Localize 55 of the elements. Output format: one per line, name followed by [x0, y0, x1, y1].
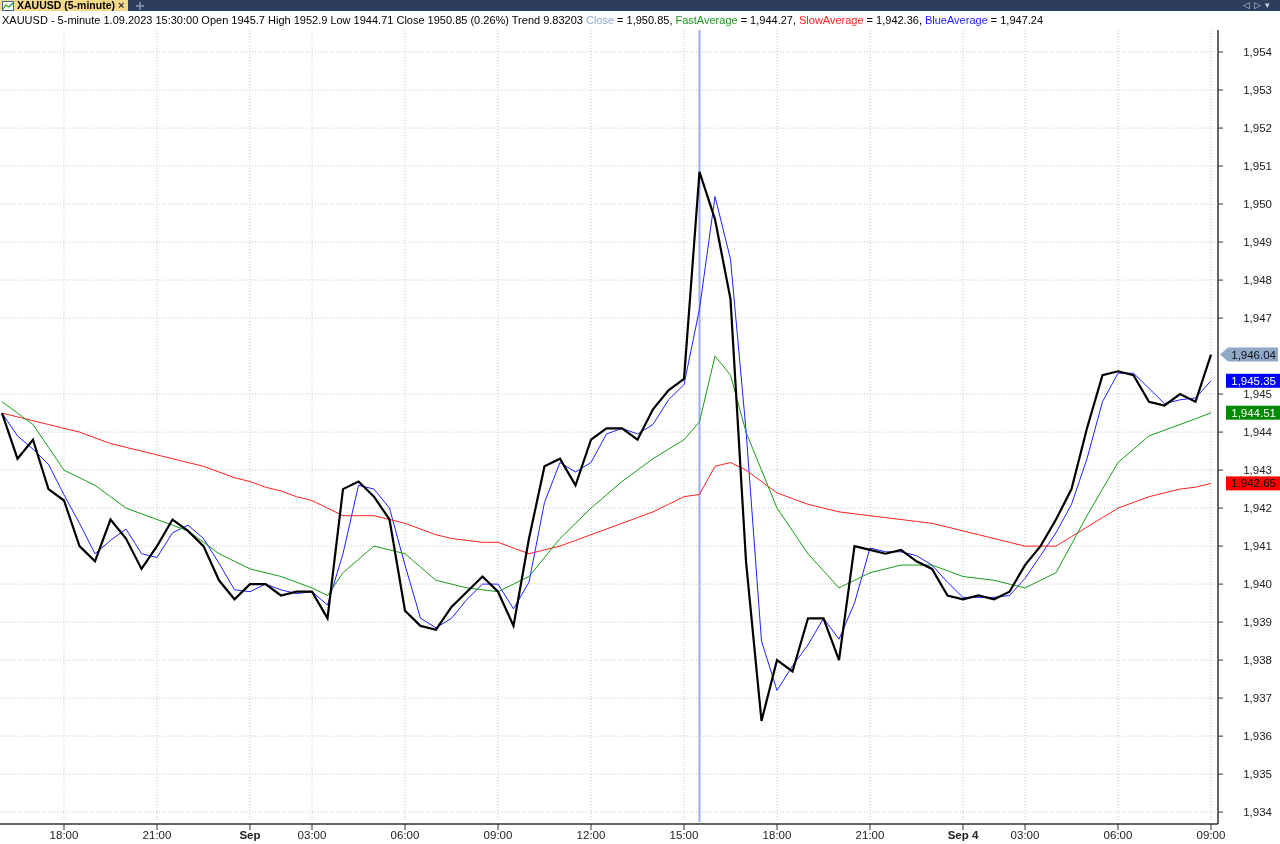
- time-axis-label: Sep 4: [947, 829, 979, 841]
- price-axis-label: 1,947: [1243, 312, 1272, 325]
- price-axis-label: 1,950: [1243, 198, 1272, 211]
- price-tag: 1,946.04: [1220, 347, 1278, 362]
- bar-info-text: XAUUSD - 5-minute 1.09.2023 15:30:00 Open 1945.7 High 1952.9 Low 1944.71 Close 1950.85 (0.26%) Trend 9.83203: [2, 13, 583, 28]
- price-axis-label: 1,948: [1243, 274, 1272, 287]
- price-tag: 1,942.65: [1226, 476, 1280, 491]
- price-axis-label: 1,934: [1243, 806, 1272, 819]
- price-axis-label: 1,940: [1243, 578, 1272, 591]
- price-axis-label: 1,952: [1243, 122, 1272, 135]
- new-tab-icon[interactable]: [134, 0, 147, 11]
- time-axis-label: 15:00: [669, 829, 699, 841]
- legend-name: FastAverage: [675, 13, 738, 28]
- close-icon[interactable]: ×: [118, 0, 125, 11]
- price-axis-label: 1,954: [1243, 46, 1272, 59]
- price-tag: 1,945.35: [1226, 373, 1280, 388]
- price-axis-label: 1,951: [1243, 160, 1272, 173]
- price-axis-label: 1,942: [1243, 502, 1272, 515]
- legend-name: SlowAverage: [799, 13, 864, 28]
- price-axis-label: 1,935: [1243, 768, 1272, 781]
- time-axis-label: 21:00: [855, 829, 885, 841]
- price-axis-label: 1,938: [1243, 654, 1272, 667]
- legend-value: = 1,950.85,: [617, 13, 673, 28]
- legend-name: BlueAverage: [924, 13, 988, 28]
- time-axis-label: 18:00: [762, 829, 792, 841]
- time-axis-label: 06:00: [390, 829, 420, 841]
- time-axis-label: 06:00: [1103, 829, 1133, 841]
- price-axis-label: 1,936: [1243, 730, 1272, 743]
- tab-scroll-control[interactable]: ▾: [1263, 0, 1272, 11]
- price-axis-label: 1,944: [1243, 426, 1272, 439]
- price-axis-label: 1,953: [1243, 84, 1272, 97]
- time-axis-label: 09:00: [1196, 829, 1226, 841]
- legend-value: = 1,944.27,: [740, 13, 796, 28]
- tab-label: XAUUSD (5-minute): [17, 0, 115, 11]
- chart-icon: [2, 0, 14, 11]
- price-axis-label: 1,941: [1243, 540, 1272, 553]
- chart-tab[interactable]: XAUUSD (5-minute) ×: [0, 0, 129, 11]
- price-axis-label: 1,939: [1243, 616, 1272, 629]
- legend-name: Close: [585, 13, 615, 28]
- price-tag: 1,944.51: [1226, 405, 1280, 420]
- price-axis-label: 1,943: [1243, 464, 1272, 477]
- legend-value: = 1,942.36,: [866, 13, 922, 28]
- time-axis-label: 03:00: [1010, 829, 1040, 841]
- time-axis-label: 21:00: [142, 829, 172, 841]
- time-axis-label: Sep: [239, 829, 261, 841]
- tab-scroll-control[interactable]: ▷: [1252, 0, 1263, 11]
- price-axis-label: 1,937: [1243, 692, 1272, 705]
- tab-scroll-control[interactable]: ◁: [1241, 0, 1252, 11]
- time-axis-label: 18:00: [49, 829, 79, 841]
- price-axis-label: 1,945: [1243, 388, 1272, 401]
- price-axis-label: 1,949: [1243, 236, 1272, 249]
- time-axis-label: 03:00: [297, 829, 327, 841]
- time-axis-label: 12:00: [576, 829, 606, 841]
- legend-value: = 1,947.24: [990, 13, 1044, 28]
- time-axis-label: 09:00: [483, 829, 513, 841]
